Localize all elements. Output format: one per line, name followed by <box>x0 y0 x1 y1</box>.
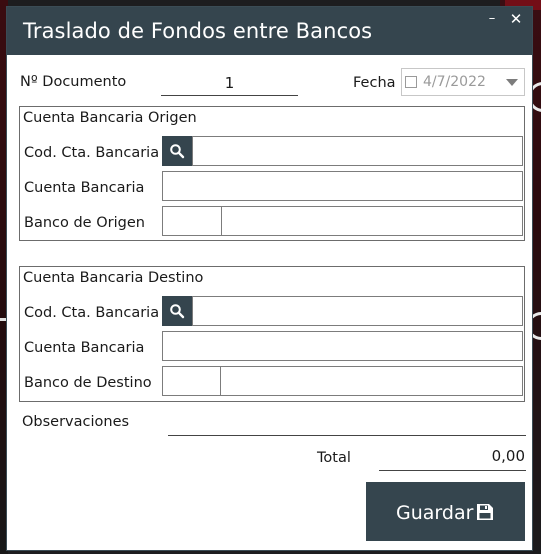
document-number-label: Nº Documento <box>20 74 127 90</box>
destination-search-button[interactable] <box>162 296 192 326</box>
window-title: Traslado de Fondos entre Bancos <box>23 19 373 43</box>
origin-code-input[interactable] <box>192 136 523 166</box>
observations-label: Observaciones <box>22 414 130 430</box>
destination-account-label: Cuenta Bancaria <box>24 340 145 356</box>
observations-input[interactable] <box>168 415 526 436</box>
document-number-field[interactable]: 1 <box>161 71 298 96</box>
total-value: 0,00 <box>379 447 526 471</box>
destination-code-input[interactable] <box>192 296 523 326</box>
floppy-disk-icon <box>477 504 493 520</box>
destination-group-title: Cuenta Bancaria Destino <box>23 270 204 286</box>
origin-account-label: Cuenta Bancaria <box>24 180 145 196</box>
origin-code-label: Cod. Cta. Bancaria <box>24 145 160 161</box>
origin-search-button[interactable] <box>162 136 192 166</box>
save-button-label: Guardar <box>396 502 474 524</box>
date-checkbox[interactable] <box>405 76 417 88</box>
minimize-icon[interactable]: – <box>483 12 501 28</box>
origin-account-group: Cuenta Bancaria Origen Cod. Cta. Bancari… <box>19 106 525 241</box>
origin-group-title: Cuenta Bancaria Origen <box>23 110 197 126</box>
origin-bank-label: Banco de Origen <box>24 215 145 231</box>
date-label: Fecha <box>353 75 396 91</box>
total-label: Total <box>317 450 351 466</box>
destination-bank-label: Banco de Destino <box>24 375 152 391</box>
date-picker[interactable]: 4/7/2022 <box>401 68 525 96</box>
titlebar: Traslado de Fondos entre Bancos – ✕ <box>7 7 532 55</box>
origin-bank-code-input[interactable] <box>162 206 222 236</box>
search-icon <box>170 144 185 159</box>
destination-code-label: Cod. Cta. Bancaria <box>24 305 160 321</box>
origin-account-input[interactable] <box>162 171 523 201</box>
origin-bank-name-input[interactable] <box>221 206 523 236</box>
destination-bank-code-input[interactable] <box>162 366 221 396</box>
destination-bank-name-input[interactable] <box>220 366 523 396</box>
transfer-dialog: Traslado de Fondos entre Bancos – ✕ Nº D… <box>6 6 533 551</box>
chevron-down-icon[interactable] <box>506 79 518 86</box>
search-icon <box>170 304 185 319</box>
save-button[interactable]: Guardar <box>366 482 525 541</box>
date-value: 4/7/2022 <box>423 74 486 90</box>
close-icon[interactable]: ✕ <box>507 12 525 28</box>
destination-account-group: Cuenta Bancaria Destino Cod. Cta. Bancar… <box>19 266 525 402</box>
destination-account-input[interactable] <box>162 331 523 361</box>
